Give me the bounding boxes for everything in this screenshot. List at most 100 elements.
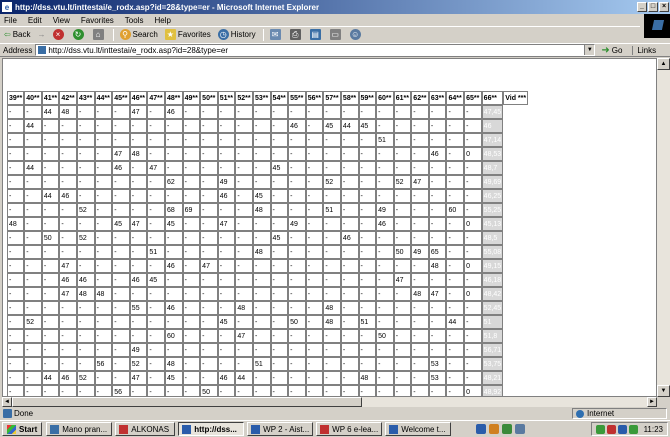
grade-cell: 52 <box>393 175 412 189</box>
grade-cell: - <box>200 161 218 175</box>
close-button[interactable]: × <box>659 2 669 12</box>
menu-help[interactable]: Help <box>154 16 170 25</box>
grade-cell: - <box>464 315 482 329</box>
taskbar-item-wp2[interactable]: WP 2 - Aist... <box>247 422 314 436</box>
menu-file[interactable]: File <box>4 16 17 25</box>
taskbar-item-welcome[interactable]: Welcome t... <box>385 422 452 436</box>
grade-cell: - <box>340 385 359 396</box>
grade-cell: - <box>446 119 465 133</box>
address-label: Address <box>3 45 33 55</box>
grade-cell: 48 <box>358 371 377 385</box>
table-row: - - - - - - -49- - - - - - - - - - - - - - - - - - -56,71 <box>7 343 528 357</box>
grade-cell: - <box>129 231 148 245</box>
grade-cell: - <box>305 301 324 315</box>
forward-button[interactable]: → <box>38 30 46 39</box>
grade-cell: - <box>428 203 447 217</box>
search-button[interactable]: ⚲ Search <box>119 29 158 40</box>
grade-cell: - <box>182 329 201 343</box>
grade-cell: - <box>358 329 377 343</box>
menu-favorites[interactable]: Favorites <box>81 16 114 25</box>
discuss-button[interactable]: ▭ <box>329 29 343 40</box>
grade-cell: - <box>59 329 78 343</box>
grade-cell: - <box>376 273 394 287</box>
scroll-up-icon[interactable]: ▲ <box>657 58 670 70</box>
horizontal-scrollbar[interactable]: ◄ ► <box>2 397 657 407</box>
grade-cell: - <box>270 189 289 203</box>
grade-cell: - <box>446 189 465 203</box>
grade-cell: - <box>182 385 201 396</box>
home-button[interactable]: ⌂ <box>92 29 106 40</box>
go-button[interactable]: ➜ Go <box>601 45 622 56</box>
vertical-scrollbar[interactable]: ▲ ▼ <box>657 58 670 397</box>
menu-view[interactable]: View <box>53 16 70 25</box>
grade-cell: - <box>77 259 95 273</box>
stop-button[interactable]: × <box>52 29 66 40</box>
grade-cell: - <box>41 245 60 259</box>
antivirus-icon[interactable] <box>606 424 616 434</box>
chevron-down-icon[interactable]: ▼ <box>584 45 595 55</box>
horizontal-scroll-thumb[interactable] <box>12 397 362 407</box>
grade-cell: - <box>147 133 165 147</box>
refresh-button[interactable]: ↻ <box>72 29 86 40</box>
taskbar-item-alkonas[interactable]: ALKONAS <box>115 422 176 436</box>
ie-quicklaunch-icon[interactable] <box>476 424 486 434</box>
grade-cell: - <box>129 329 148 343</box>
grade-cell: - <box>358 105 377 119</box>
grade-cell: - <box>270 147 289 161</box>
grade-cell: - <box>94 133 113 147</box>
menu-edit[interactable]: Edit <box>28 16 42 25</box>
network-icon[interactable] <box>595 424 605 434</box>
column-header: Vid *** <box>503 91 529 105</box>
mail-icon: ✉ <box>269 29 281 40</box>
grade-cell: - <box>235 357 253 371</box>
grade-cell: - <box>94 371 113 385</box>
grade-cell: - <box>340 315 359 329</box>
title-bar: e http://dss.vtu.lt/inttestai/e_rodx.asp… <box>0 0 670 14</box>
edit-button[interactable]: ▤ <box>309 29 323 40</box>
grade-cell: - <box>182 245 201 259</box>
desktop-icon[interactable] <box>502 424 512 434</box>
grade-cell: - <box>200 273 218 287</box>
grade-cell: - <box>305 175 324 189</box>
grade-cell: - <box>446 385 465 396</box>
taskbar-item-wp6[interactable]: WP 6 e-lea... <box>316 422 383 436</box>
minimize-button[interactable]: _ <box>637 2 647 12</box>
grade-cell: - <box>59 301 78 315</box>
language-icon[interactable] <box>617 424 627 434</box>
media-icon[interactable] <box>515 424 525 434</box>
start-button[interactable]: Start <box>2 422 43 436</box>
grade-cell: 45 <box>270 161 289 175</box>
taskbar-item-mano-pran[interactable]: Mano pran... <box>46 422 113 436</box>
mail-button[interactable]: ✉ <box>269 29 283 40</box>
grade-cell: - <box>7 203 25 217</box>
scroll-left-icon[interactable]: ◄ <box>2 397 12 407</box>
links-button[interactable]: Links <box>632 45 656 55</box>
scroll-down-icon[interactable]: ▼ <box>657 385 670 397</box>
back-button[interactable]: ⇦ Back <box>4 30 31 39</box>
scroll-right-icon[interactable]: ► <box>647 397 657 407</box>
menu-tools[interactable]: Tools <box>125 16 144 25</box>
volume-icon[interactable] <box>628 424 638 434</box>
grade-cell: - <box>411 161 429 175</box>
address-input[interactable]: http://dss.vtu.lt/inttestai/e_rodx.asp?i… <box>35 44 596 56</box>
maximize-button[interactable]: □ <box>648 2 658 12</box>
grade-cell: 52 <box>77 231 95 245</box>
messenger-button[interactable]: ☺ <box>349 29 363 40</box>
taskbar-item-ie-active[interactable]: http://dss... <box>178 422 245 436</box>
grade-cell: - <box>235 161 253 175</box>
grade-cell: - <box>340 133 359 147</box>
grade-cell: - <box>147 105 165 119</box>
grade-cell: 52 <box>24 315 42 329</box>
column-header: 53** <box>252 91 271 105</box>
outlook-icon[interactable] <box>489 424 499 434</box>
grade-cell: - <box>464 203 482 217</box>
ie-logo-icon: e <box>2 2 12 12</box>
history-button[interactable]: ◷ History <box>217 29 256 40</box>
favorites-button[interactable]: ★ Favorites <box>164 29 211 40</box>
print-button[interactable]: ⎙ <box>289 29 303 40</box>
window-title: http://dss.vtu.lt/inttestai/e_rodx.asp?i… <box>15 2 320 12</box>
average-cell: 48,7 <box>481 161 504 175</box>
grade-cell: - <box>446 259 465 273</box>
grade-cell: - <box>446 245 465 259</box>
grade-cell: - <box>305 287 324 301</box>
